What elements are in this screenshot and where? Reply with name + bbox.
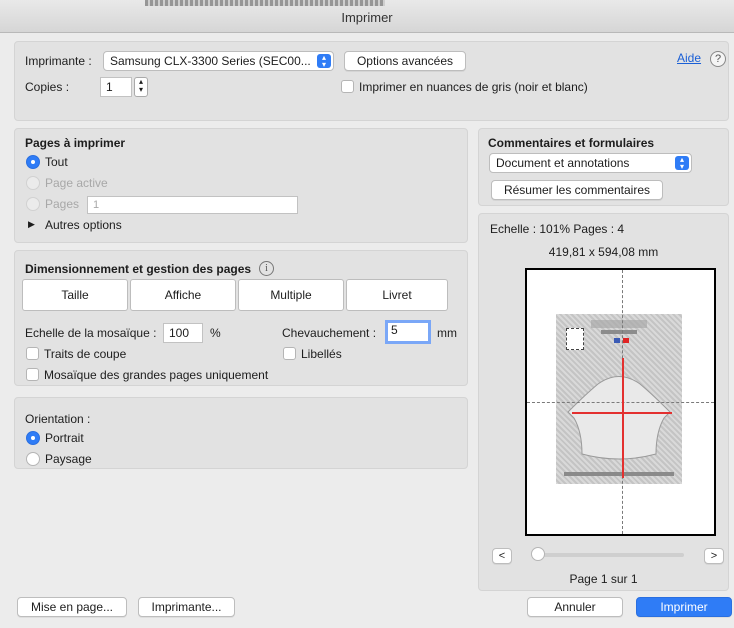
tile-scale-unit: %	[210, 326, 221, 340]
document-thumbnail	[556, 314, 682, 484]
cancel-button[interactable]: Annuler	[527, 597, 623, 617]
disclosure-triangle-icon[interactable]: ▶	[28, 219, 35, 230]
comments-select-value: Document et annotations	[496, 156, 630, 170]
page-split-line-horizontal	[527, 402, 714, 403]
overlap-unit: mm	[437, 326, 457, 340]
help-link[interactable]: Aide	[677, 51, 701, 65]
page-setup-button[interactable]: Mise en page...	[17, 597, 127, 617]
preview-scale-info: Echelle : 101% Pages : 4	[490, 222, 625, 236]
page-preview	[525, 268, 716, 536]
landscape-label: Paysage	[45, 452, 92, 466]
chevron-updown-icon: ▴ ▾	[317, 54, 331, 69]
overlap-label: Chevauchement :	[282, 326, 377, 340]
pages-current-label: Page active	[45, 176, 108, 190]
printer-select[interactable]: Samsung CLX-3300 Series (SEC00... ▴ ▾	[103, 51, 334, 71]
chevron-updown-icon: ▴ ▾	[675, 156, 689, 171]
portrait-radio[interactable]	[26, 431, 40, 445]
pages-all-label: Tout	[45, 155, 68, 169]
copies-input[interactable]: 1	[100, 77, 132, 97]
large-pages-label: Mosaïque des grandes pages uniquement	[44, 368, 269, 382]
overlap-input[interactable]: 5	[385, 320, 431, 344]
tab-size[interactable]: Taille	[22, 279, 128, 311]
preview-dimensions: 419,81 x 594,08 mm	[548, 245, 659, 259]
more-options-label[interactable]: Autres options	[45, 218, 122, 232]
copies-label: Copies :	[25, 80, 70, 94]
copies-stepper[interactable]: ▴ ▾	[134, 77, 148, 97]
pages-range-label: Pages	[45, 197, 80, 211]
pages-heading: Pages à imprimer	[25, 136, 126, 150]
tile-scale-input[interactable]: 100	[163, 323, 203, 343]
comments-heading: Commentaires et formulaires	[488, 136, 655, 150]
landscape-radio[interactable]	[26, 452, 40, 466]
tab-poster[interactable]: Affiche	[130, 279, 236, 311]
printer-select-value: Samsung CLX-3300 Series (SEC00...	[110, 54, 311, 68]
pages-range-input[interactable]: 1	[87, 196, 298, 214]
page-slider-thumb[interactable]	[531, 547, 545, 561]
background-window-strip	[145, 0, 385, 6]
cut-marks-label: Traits de coupe	[44, 347, 127, 361]
page-slider-track[interactable]	[534, 553, 684, 557]
pages-range-radio[interactable]	[26, 197, 40, 211]
next-page-button[interactable]: >	[704, 548, 724, 564]
guide-line-horizontal	[572, 412, 672, 414]
tab-multiple[interactable]: Multiple	[238, 279, 344, 311]
tile-scale-label: Echelle de la mosaïque :	[25, 326, 157, 340]
thumbnail-pattern-shape	[564, 376, 674, 476]
portrait-label: Portrait	[45, 431, 84, 445]
cut-marks-checkbox[interactable]	[26, 347, 39, 360]
labels-checkbox[interactable]	[283, 347, 296, 360]
previous-page-button[interactable]: <	[492, 548, 512, 564]
print-button[interactable]: Imprimer	[636, 597, 732, 617]
window-title: Imprimer	[341, 10, 393, 25]
sizing-heading: Dimensionnement et gestion des pages	[25, 262, 252, 276]
info-icon[interactable]: i	[259, 261, 274, 276]
grayscale-label: Imprimer en nuances de gris (noir et bla…	[359, 80, 588, 94]
labels-label: Libellés	[301, 347, 342, 361]
page-indicator: Page 1 sur 1	[569, 572, 638, 586]
pages-current-radio[interactable]	[26, 176, 40, 190]
guide-line-vertical	[622, 358, 624, 478]
advanced-options-button[interactable]: Options avancées	[344, 51, 466, 71]
printer-settings-button[interactable]: Imprimante...	[138, 597, 235, 617]
summarize-comments-button[interactable]: Résumer les commentaires	[491, 180, 663, 200]
grayscale-checkbox[interactable]	[341, 80, 354, 93]
orientation-heading: Orientation :	[25, 412, 91, 426]
printer-label: Imprimante :	[25, 54, 92, 68]
help-icon[interactable]: ?	[710, 51, 726, 67]
comments-select[interactable]: Document et annotations ▴ ▾	[489, 153, 692, 173]
tab-booklet[interactable]: Livret	[346, 279, 448, 311]
large-pages-checkbox[interactable]	[26, 368, 39, 381]
pages-all-radio[interactable]	[26, 155, 40, 169]
